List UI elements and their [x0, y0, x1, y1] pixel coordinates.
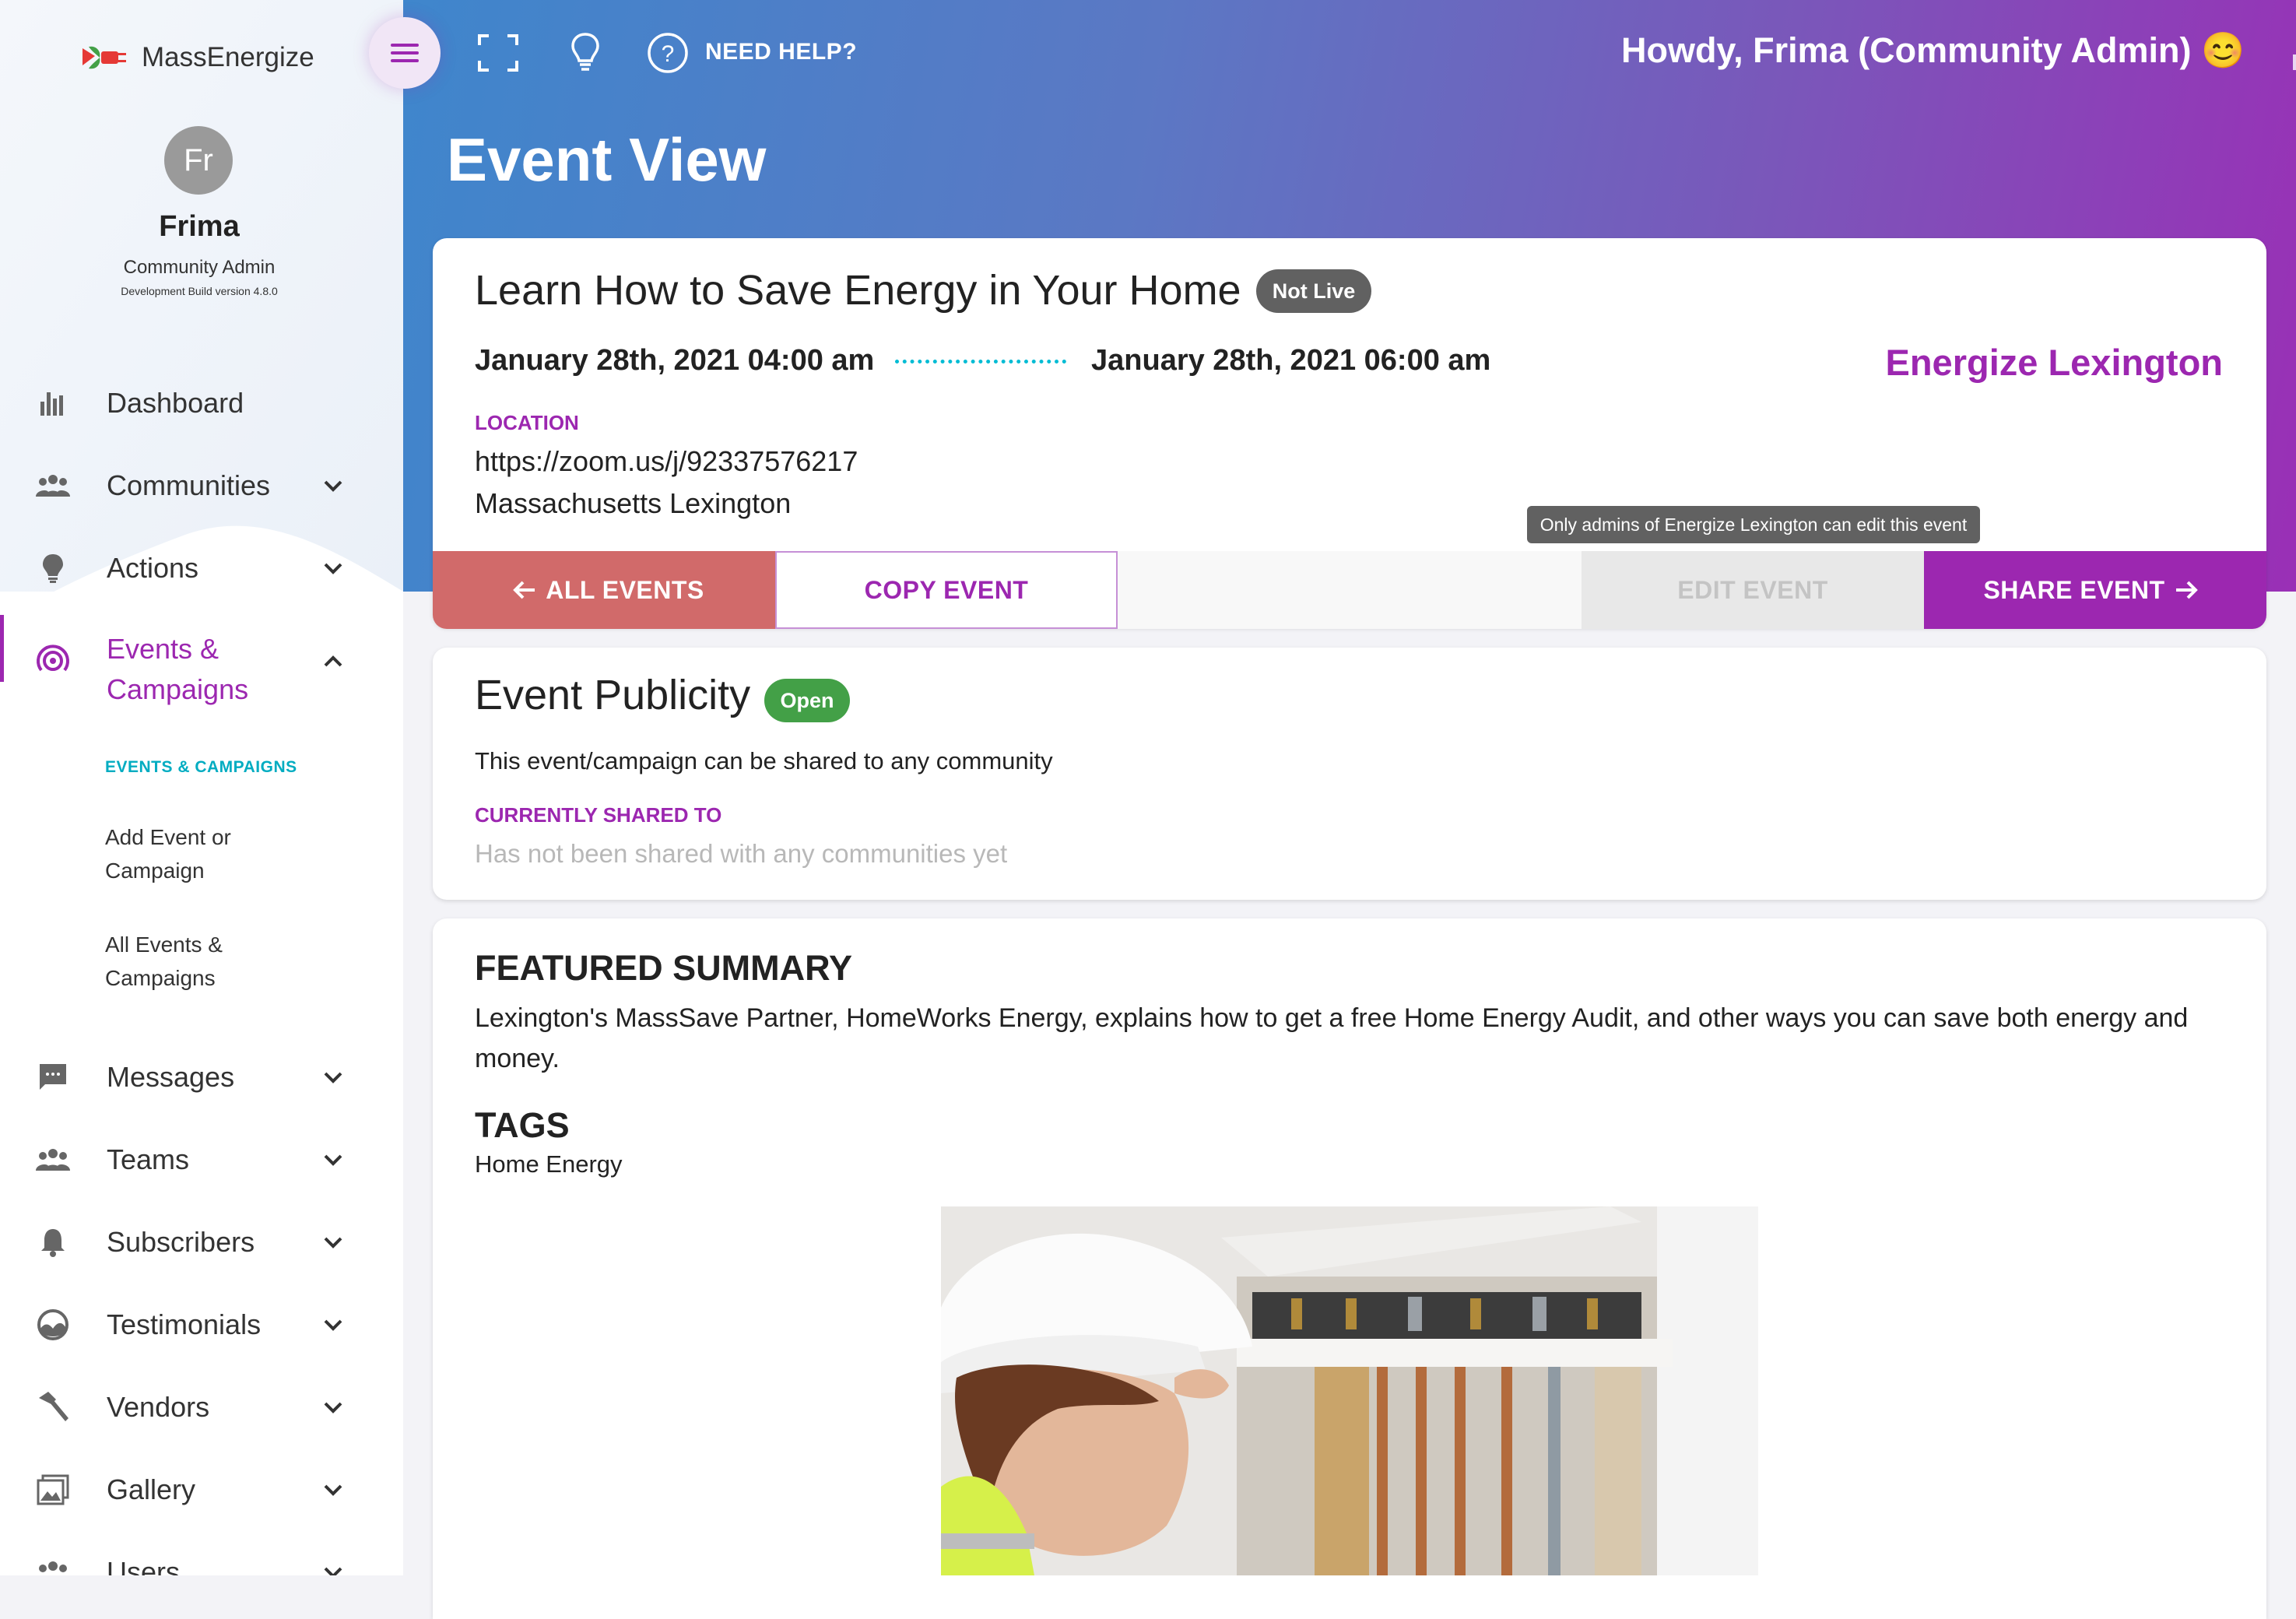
sidebar-item-label: Vendors — [107, 1391, 210, 1423]
bell-icon — [36, 1225, 70, 1259]
copy-event-button[interactable]: COPY EVENT — [775, 551, 1118, 629]
chevron-up-icon — [319, 648, 347, 676]
hamburger-icon — [391, 44, 419, 62]
chevron-down-icon — [324, 1402, 342, 1414]
date-range-connector — [895, 360, 1066, 363]
edit-event-label: EDIT EVENT — [1677, 575, 1828, 604]
worker-inspecting-pipes-image — [941, 1206, 1758, 1575]
all-events-label: ALL EVENTS — [546, 575, 704, 604]
event-community[interactable]: Energize Lexington — [1886, 341, 2224, 384]
sidebar-item-label: Users — [107, 1556, 181, 1575]
bar-chart-icon — [36, 386, 70, 420]
tags-heading: TAGS — [475, 1105, 570, 1145]
sidebar-item-subscribers[interactable]: Subscribers — [0, 1211, 403, 1273]
edit-event-button[interactable]: EDIT EVENT — [1582, 551, 1924, 629]
massenergize-logo-icon — [83, 46, 126, 69]
sidebar-item-label: Testimonials — [107, 1308, 262, 1340]
share-event-button[interactable]: SHARE EVENT — [1924, 551, 2266, 629]
chevron-down-icon — [324, 1154, 342, 1166]
help-icon[interactable]: ? — [644, 30, 691, 76]
sidebar-item-dashboard[interactable]: Dashboard — [0, 372, 403, 434]
chevron-down-icon — [324, 1237, 342, 1248]
event-image — [941, 1206, 1758, 1575]
event-publicity-card: Event Publicity Open This event/campaign… — [433, 648, 2266, 900]
chevron-down-icon — [324, 1484, 342, 1496]
chat-icon — [36, 1060, 70, 1094]
chevron-down-icon — [324, 1072, 342, 1083]
location-url: https://zoom.us/j/92337576217 — [475, 445, 858, 477]
testimonial-icon — [36, 1308, 70, 1342]
sidebar-item-label: Actions — [107, 552, 199, 584]
sidebar-subitem-all-events[interactable]: All Events & Campaigns — [105, 928, 261, 995]
sidebar-item-actions[interactable]: Actions — [0, 537, 403, 599]
submenu-heading: EVENTS & CAMPAIGNS — [105, 758, 297, 776]
sidebar-item-label: Dashboard — [107, 387, 244, 419]
sidebar: MassEnergize Fr Frima Community Admin De… — [0, 0, 403, 1575]
copy-event-label: COPY EVENT — [864, 575, 1029, 604]
publicity-title: Event Publicity — [475, 672, 751, 718]
tag-value: Home Energy — [475, 1150, 623, 1178]
user-name: Frima — [159, 210, 240, 243]
sidebar-item-label: Messages — [107, 1061, 235, 1093]
sidebar-item-label: Communities — [107, 469, 271, 501]
sidebar-item-label: Events & Campaigns — [107, 633, 249, 705]
group-icon — [36, 1143, 70, 1177]
need-help-link[interactable]: NEED HELP? — [705, 39, 857, 65]
sidebar-item-communities[interactable]: Communities — [0, 455, 403, 517]
sidebar-item-vendors[interactable]: Vendors — [0, 1376, 403, 1438]
sidebar-item-testimonials[interactable]: Testimonials — [0, 1294, 403, 1356]
lightbulb-icon — [36, 551, 70, 585]
chevron-down-icon — [324, 563, 342, 574]
sidebar-item-label: Subscribers — [107, 1226, 255, 1258]
arrow-right-icon — [2175, 581, 2198, 599]
page-title: Event View — [447, 125, 767, 194]
svg-text:?: ? — [662, 41, 675, 67]
all-events-button[interactable]: ALL EVENTS — [433, 551, 775, 629]
chevron-down-icon — [324, 480, 342, 492]
lightbulb-icon[interactable] — [562, 30, 609, 76]
user-role: Community Admin — [123, 257, 276, 278]
publicity-description: This event/campaign can be shared to any… — [475, 747, 1053, 774]
event-start-date: January 28th, 2021 04:00 am — [475, 344, 875, 377]
sidebar-item-messages[interactable]: Messages — [0, 1046, 403, 1108]
sidebar-item-teams[interactable]: Teams — [0, 1129, 403, 1191]
hammer-icon — [36, 1390, 70, 1424]
actions-spacer — [1118, 551, 1582, 629]
broadcast-icon — [36, 644, 70, 678]
build-version: Development Build version 4.8.0 — [121, 285, 278, 297]
event-actions-bar: ALL EVENTS COPY EVENT EDIT EVENT SHARE E… — [433, 551, 2266, 629]
event-title: Learn How to Save Energy in Your Home — [475, 267, 1241, 314]
sidebar-item-gallery[interactable]: Gallery — [0, 1459, 403, 1521]
header-edge-divider — [2293, 54, 2296, 70]
brand-name: MassEnergize — [142, 42, 314, 72]
gallery-icon — [36, 1473, 70, 1507]
group-icon — [36, 1555, 70, 1575]
chevron-down-icon — [324, 1319, 342, 1331]
arrow-left-icon — [513, 581, 535, 599]
chevron-down-icon — [324, 1567, 342, 1575]
featured-summary-text: Lexington's MassSave Partner, HomeWorks … — [475, 1003, 2189, 1073]
group-icon — [36, 469, 70, 503]
sidebar-item-label: Teams — [107, 1143, 190, 1175]
event-end-date: January 28th, 2021 06:00 am — [1091, 344, 1491, 377]
menu-toggle-button[interactable] — [369, 17, 441, 89]
sidebar-subitem-add-event[interactable]: Add Event or Campaign — [105, 820, 276, 887]
brand-logo[interactable]: MassEnergize — [78, 34, 314, 81]
fullscreen-icon[interactable] — [475, 30, 521, 76]
greeting[interactable]: Howdy, Frima (Community Admin) 😊 — [1621, 30, 2245, 71]
sidebar-item-label: Gallery — [107, 1473, 196, 1505]
share-event-label: SHARE EVENT — [1983, 575, 2165, 604]
edit-restriction-tooltip: Only admins of Energize Lexington can ed… — [1527, 506, 1980, 543]
currently-shared-label: CURRENTLY SHARED TO — [475, 803, 722, 827]
shared-empty-state: Has not been shared with any communities… — [475, 839, 1008, 868]
location-address: Massachusetts Lexington — [475, 487, 792, 519]
featured-summary-heading: FEATURED SUMMARY — [475, 948, 852, 988]
location-label: LOCATION — [475, 411, 579, 434]
sidebar-item-users[interactable]: Users — [0, 1541, 403, 1575]
avatar[interactable]: Fr — [164, 126, 233, 195]
status-badge-open: Open — [764, 679, 850, 722]
status-badge-not-live: Not Live — [1256, 269, 1371, 313]
